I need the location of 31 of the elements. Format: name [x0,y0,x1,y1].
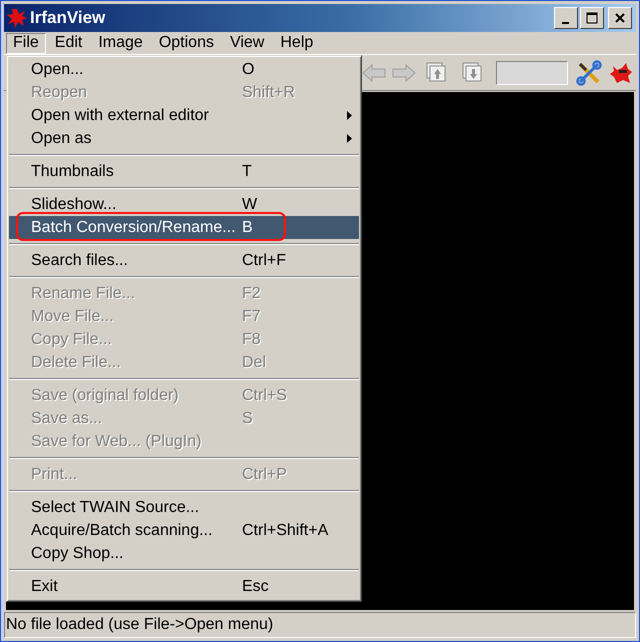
menu-bar-item[interactable]: Options [152,32,221,54]
menu-item[interactable]: Slideshow... W [9,193,359,216]
menu-item[interactable]: Open as [9,127,359,150]
status-text: No file loaded (use File->Open menu) [5,616,274,634]
menu-item[interactable]: Search files... Ctrl+F [9,249,359,272]
menu-item[interactable]: Select TWAIN Source... [9,496,359,519]
submenu-arrow-icon [347,134,352,143]
menu-bar-item[interactable]: View [222,32,272,54]
tools-icon[interactable] [576,60,602,86]
maximize-button[interactable] [580,7,604,29]
page-up-icon[interactable] [426,62,448,84]
page-input-field[interactable] [496,61,568,85]
page-down-icon[interactable] [462,62,484,84]
close-button[interactable] [608,7,632,29]
menu-bar-item[interactable]: Image [91,32,150,54]
close-icon [614,12,626,24]
menu-item[interactable]: Copy Shop... [9,542,359,565]
submenu-arrow-icon [347,111,352,120]
menu-item[interactable]: Acquire/Batch scanning... Ctrl+Shift+A [9,519,359,542]
menu-item[interactable]: Thumbnails T [9,160,359,183]
menu-bar-item[interactable]: File [6,32,46,54]
maximize-icon [586,12,598,24]
minimize-button[interactable] [554,7,578,29]
menu-item[interactable]: Exit Esc [9,575,359,598]
window-title: IrfanView [30,8,106,28]
minimize-icon [562,22,568,24]
app-logo-icon [6,7,28,29]
menu-item[interactable]: Open with external editor [9,104,359,127]
menu-item[interactable]: Open... O [9,58,359,81]
menu-bar-item[interactable]: Edit [48,32,90,54]
menu-bar-item[interactable]: Help [273,32,320,54]
